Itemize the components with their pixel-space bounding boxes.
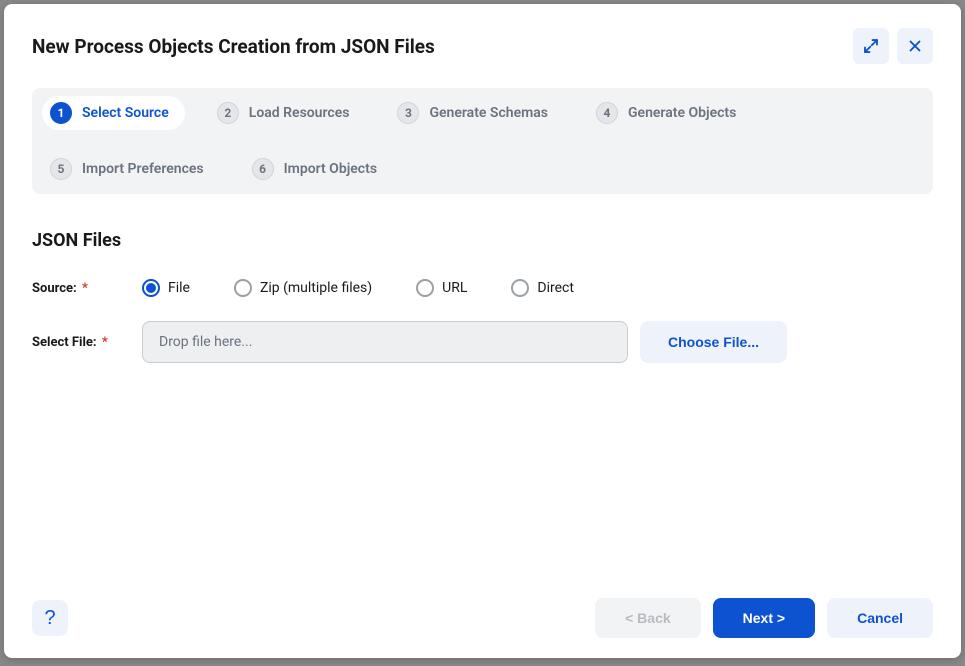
step-badge: 5 xyxy=(50,158,72,180)
source-label: Source: * xyxy=(32,281,142,296)
step-1[interactable]: 1 Select Source xyxy=(42,96,185,130)
required-mark: * xyxy=(82,281,88,296)
step-badge: 4 xyxy=(596,102,618,124)
dialog-header: New Process Objects Creation from JSON F… xyxy=(32,28,933,64)
step-label: Generate Objects xyxy=(628,105,736,121)
choose-file-button[interactable]: Choose File... xyxy=(640,321,787,363)
footer-actions: < Back Next > Cancel xyxy=(595,598,933,638)
radio-icon xyxy=(142,279,160,297)
source-option-file[interactable]: File xyxy=(142,279,190,297)
step-badge: 1 xyxy=(50,102,72,124)
required-mark: * xyxy=(102,335,108,350)
source-option-zip-multiple-files-[interactable]: Zip (multiple files) xyxy=(234,279,372,297)
dialog-title: New Process Objects Creation from JSON F… xyxy=(32,35,435,58)
radio-label: File xyxy=(168,280,190,296)
dialog-container: New Process Objects Creation from JSON F… xyxy=(4,4,961,658)
step-badge: 2 xyxy=(217,102,239,124)
radio-icon xyxy=(234,279,252,297)
expand-icon xyxy=(862,37,880,55)
close-icon xyxy=(906,37,924,55)
radio-label: URL xyxy=(442,280,467,296)
next-button[interactable]: Next > xyxy=(713,598,815,638)
source-option-url[interactable]: URL xyxy=(416,279,467,297)
radio-label: Direct xyxy=(537,280,574,296)
back-button: < Back xyxy=(595,598,701,638)
select-file-label: Select File: * xyxy=(32,335,142,350)
step-6[interactable]: 6 Import Objects xyxy=(252,158,377,180)
source-radio-group: File Zip (multiple files) URL Direct xyxy=(142,279,574,297)
select-file-row: Select File: * Drop file here... Choose … xyxy=(32,321,933,363)
dialog-footer: ? < Back Next > Cancel xyxy=(32,598,933,638)
step-label: Select Source xyxy=(82,105,169,121)
section-title: JSON Files xyxy=(32,230,933,251)
help-button[interactable]: ? xyxy=(32,600,68,636)
step-2[interactable]: 2 Load Resources xyxy=(217,102,350,124)
source-row: Source: * File Zip (multiple files) URL Dir… xyxy=(32,279,933,297)
file-dropzone[interactable]: Drop file here... xyxy=(142,321,628,363)
radio-icon xyxy=(416,279,434,297)
source-label-text: Source: xyxy=(32,281,77,296)
step-3[interactable]: 3 Generate Schemas xyxy=(397,102,548,124)
step-5[interactable]: 5 Import Preferences xyxy=(50,158,204,180)
dropzone-placeholder: Drop file here... xyxy=(159,334,252,350)
dialog-header-actions xyxy=(853,28,933,64)
step-label: Load Resources xyxy=(249,105,350,121)
source-option-direct[interactable]: Direct xyxy=(511,279,574,297)
wizard-stepper: 1 Select Source 2 Load Resources 3 Generate S… xyxy=(32,88,933,194)
radio-label: Zip (multiple files) xyxy=(260,280,372,296)
step-badge: 3 xyxy=(397,102,419,124)
expand-button[interactable] xyxy=(853,28,889,64)
cancel-button[interactable]: Cancel xyxy=(827,598,933,638)
radio-icon xyxy=(511,279,529,297)
select-file-label-text: Select File: xyxy=(32,335,97,350)
step-badge: 6 xyxy=(252,158,274,180)
step-4[interactable]: 4 Generate Objects xyxy=(596,102,736,124)
step-label: Import Preferences xyxy=(82,161,204,177)
close-button[interactable] xyxy=(897,28,933,64)
step-label: Generate Schemas xyxy=(429,105,548,121)
step-label: Import Objects xyxy=(284,161,377,177)
file-input-row: Drop file here... Choose File... xyxy=(142,321,787,363)
